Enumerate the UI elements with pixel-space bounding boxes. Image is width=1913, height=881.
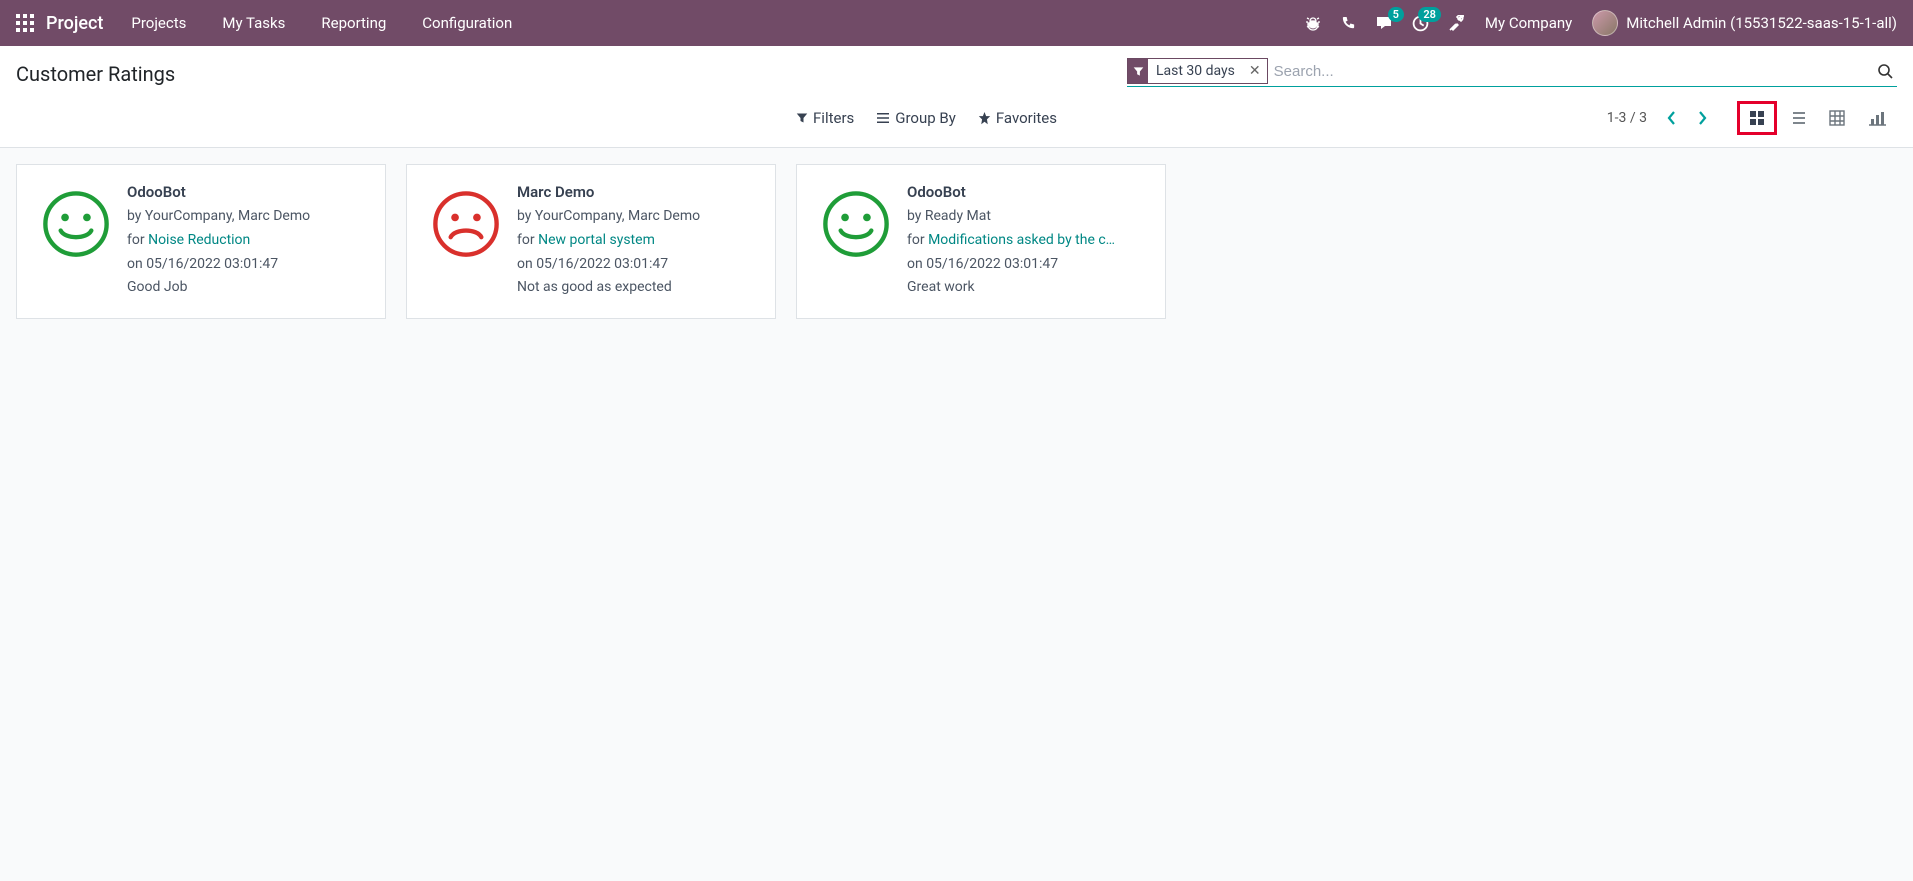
rating-card[interactable]: OdooBot by Ready Mat for Modifications a… (796, 164, 1166, 319)
view-graph[interactable] (1857, 101, 1897, 135)
page-title: Customer Ratings (16, 58, 175, 86)
card-for: for Modifications asked by the c… (907, 229, 1147, 253)
search-icon[interactable] (1873, 63, 1897, 79)
card-for-link[interactable]: New portal system (538, 232, 655, 248)
messages-icon[interactable]: 5 (1376, 15, 1392, 31)
search-filter-tag: Last 30 days ✕ (1127, 58, 1268, 84)
user-menu[interactable]: Mitchell Admin (15531522-saas-15-1-all) (1592, 10, 1897, 36)
card-for-link[interactable]: Modifications asked by the c… (928, 232, 1115, 248)
company-selector[interactable]: My Company (1485, 14, 1572, 32)
groupby-button[interactable]: Group By (876, 109, 956, 127)
card-title: Marc Demo (517, 183, 757, 201)
debug-icon[interactable] (1305, 15, 1321, 31)
view-switcher (1737, 101, 1897, 135)
rating-card[interactable]: Marc Demo by YourCompany, Marc Demo for … (406, 164, 776, 319)
menu-my-tasks[interactable]: My Tasks (222, 14, 285, 32)
card-for: for New portal system (517, 229, 757, 253)
happy-face-icon (821, 189, 891, 259)
filter-tag-label: Last 30 days (1148, 63, 1243, 79)
card-for-link[interactable]: Noise Reduction (148, 232, 250, 248)
kanban-area: OdooBot by YourCompany, Marc Demo for No… (0, 148, 1913, 335)
menu-configuration[interactable]: Configuration (422, 14, 512, 32)
happy-face-icon (41, 189, 111, 259)
view-kanban[interactable] (1737, 101, 1777, 135)
top-nav: Project Projects My Tasks Reporting Conf… (0, 0, 1913, 46)
pager-next[interactable] (1687, 111, 1717, 125)
phone-icon[interactable] (1341, 16, 1356, 31)
activities-icon[interactable]: 28 (1412, 15, 1429, 32)
messages-badge: 5 (1388, 7, 1404, 22)
card-comment: Not as good as expected (517, 276, 757, 300)
tools-icon[interactable] (1449, 15, 1465, 31)
card-date: on 05/16/2022 03:01:47 (127, 253, 367, 277)
search-bar: Last 30 days ✕ (1127, 58, 1897, 87)
activities-badge: 28 (1418, 7, 1441, 22)
groupby-label: Group By (895, 109, 956, 127)
pager-prev[interactable] (1657, 111, 1687, 125)
sad-face-icon (431, 189, 501, 259)
avatar (1592, 10, 1618, 36)
apps-icon[interactable] (16, 14, 34, 32)
view-pivot[interactable] (1817, 101, 1857, 135)
favorites-button[interactable]: Favorites (978, 109, 1057, 127)
card-comment: Great work (907, 276, 1147, 300)
card-by: by Ready Mat (907, 205, 1147, 229)
card-for: for Noise Reduction (127, 229, 367, 253)
card-title: OdooBot (907, 183, 1147, 201)
card-by: by YourCompany, Marc Demo (517, 205, 757, 229)
card-by: by YourCompany, Marc Demo (127, 205, 367, 229)
menu-projects[interactable]: Projects (131, 14, 186, 32)
card-date: on 05/16/2022 03:01:47 (517, 253, 757, 277)
card-title: OdooBot (127, 183, 367, 201)
filters-label: Filters (813, 109, 854, 127)
pager-text[interactable]: 1-3 / 3 (1607, 110, 1647, 126)
menu-reporting[interactable]: Reporting (321, 14, 386, 32)
user-name: Mitchell Admin (15531522-saas-15-1-all) (1626, 14, 1897, 32)
search-input[interactable] (1274, 63, 1873, 80)
filter-tag-remove[interactable]: ✕ (1243, 63, 1267, 79)
view-list[interactable] (1777, 101, 1817, 135)
rating-card[interactable]: OdooBot by YourCompany, Marc Demo for No… (16, 164, 386, 319)
control-panel: Customer Ratings Last 30 days ✕ Filters … (0, 46, 1913, 148)
card-comment: Good Job (127, 276, 367, 300)
filter-icon (1128, 59, 1148, 83)
card-date: on 05/16/2022 03:01:47 (907, 253, 1147, 277)
filters-button[interactable]: Filters (796, 109, 854, 127)
app-brand[interactable]: Project (46, 13, 103, 34)
nav-right: 5 28 My Company Mitchell Admin (15531522… (1305, 10, 1897, 36)
main-menu: Projects My Tasks Reporting Configuratio… (131, 14, 512, 32)
favorites-label: Favorites (996, 109, 1057, 127)
